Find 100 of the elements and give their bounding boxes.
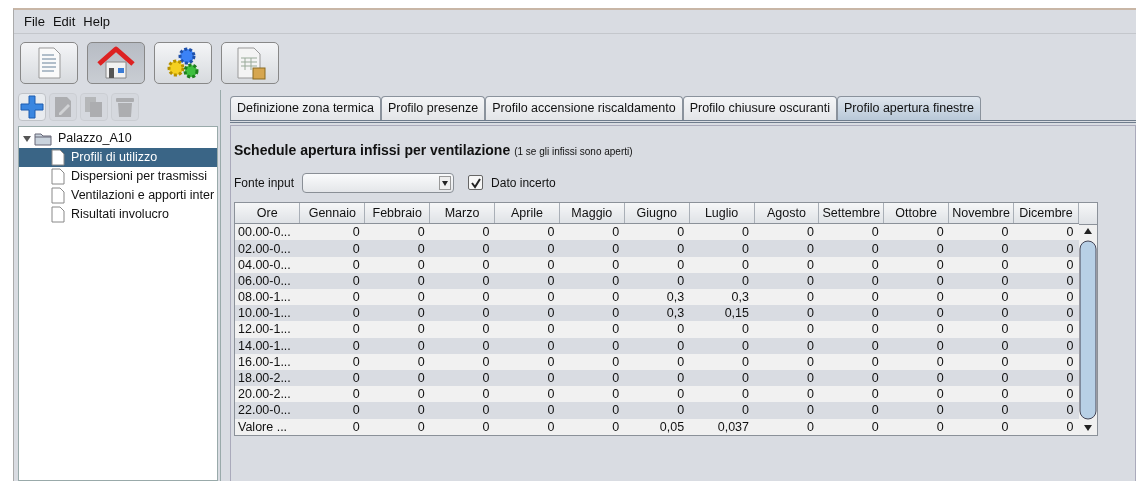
column-header[interactable]: Agosto [754,202,819,224]
table-cell: 0 [1013,256,1079,273]
table-cell: 0 [364,402,430,419]
table-cell: 0 [818,369,884,387]
table-cell: 0 [559,402,625,419]
tree-item[interactable]: Risultati involucro [68,205,172,224]
table-cell: 0 [364,272,430,289]
column-header[interactable]: Febbraio [364,202,430,224]
table-cell: 0 [883,402,949,419]
table-cell: 0 [883,289,949,306]
table-cell: 0 [948,289,1014,306]
tab[interactable]: Definizione zona termica [230,96,381,120]
scrollbar[interactable] [1079,224,1097,435]
table-cell: 0 [559,337,625,354]
column-header[interactable]: Ore [235,202,300,224]
table-cell: 0 [364,353,430,370]
panel-title: Schedule apertura infissi per ventilazione [234,140,511,160]
plus-icon [20,95,44,119]
copy-icon [84,96,104,118]
page-icon [51,206,65,223]
table-cell: 0 [624,321,690,338]
column-header[interactable]: Novembre [948,202,1014,224]
table-cell: 0 [559,305,625,322]
table-cell: 0 [689,337,754,354]
table-cell: 0 [429,402,495,419]
table-cell: 0 [494,272,560,289]
table-cell: 0 [754,321,819,338]
page-icon [51,187,65,204]
tree-item[interactable]: Palazzo_A10 [55,129,135,148]
table-cell: 0 [883,337,949,354]
table-cell: 0 [364,289,430,306]
menu-item[interactable]: Edit [52,11,76,32]
table-cell: 0 [429,337,495,354]
checkbox[interactable] [468,175,484,191]
table-cell: 0 [494,386,560,403]
column-header[interactable]: Dicembre [1013,202,1079,224]
tree-toolbar-button[interactable] [18,93,46,121]
table-cell: 0 [754,369,819,387]
table-cell: 0 [494,321,560,338]
column-header[interactable]: Marzo [429,202,495,224]
table-cell: 0 [818,305,884,322]
table-cell: 0 [754,256,819,273]
table-cell: 0 [559,256,625,273]
tree-item[interactable]: Dispersioni per trasmissi [68,167,211,186]
table-cell: 10.00-1... [235,305,300,322]
gears-icon [165,46,201,80]
table-cell: 0 [494,337,560,354]
source-dropdown[interactable] [302,172,455,193]
tab[interactable]: Profilo accensione riscaldamento [485,96,683,120]
table-cell: 0 [494,289,560,306]
table-cell: 0 [689,272,754,289]
table-cell: 0 [1013,369,1079,387]
table-cell: 0 [364,418,430,435]
table-cell: 12.00-1... [235,321,300,338]
table-cell: 0 [818,321,884,338]
table-cell: 0 [624,386,690,403]
column-header[interactable]: Settembre [818,202,884,224]
table-cell: 0 [754,337,819,354]
column-header[interactable]: Gennaio [299,202,365,224]
table-cell: 0 [624,353,690,370]
table-cell: 0 [754,353,819,370]
tab[interactable]: Profilo presenze [380,96,486,120]
table-cell: 0 [559,353,625,370]
table-cell: 16.00-1... [235,353,300,370]
toolbar-button[interactable] [221,42,279,84]
column-header[interactable]: Luglio [689,202,754,224]
table-cell: 08.00-1... [235,289,300,306]
table-cell: 0 [1013,353,1079,370]
column-header[interactable]: Aprile [494,202,560,224]
table-cell: 0 [494,240,560,257]
table-cell: 0 [689,256,754,273]
column-header[interactable]: Maggio [559,202,625,224]
menu-item[interactable]: Help [83,11,111,32]
toolbar-button[interactable] [154,42,212,84]
folder-icon [34,131,52,146]
house-icon [97,46,135,80]
pencil-document-icon [53,96,73,118]
table-cell: 0 [883,305,949,322]
toolbar-button[interactable] [20,42,78,84]
table-cell: 0 [299,369,365,387]
table-cell: 18.00-2... [235,369,300,387]
table-cell: 0 [429,272,495,289]
table-cell: 0 [883,353,949,370]
tab[interactable]: Profilo apertura finestre [837,96,981,120]
collapse-toggle-icon[interactable] [23,134,31,143]
tab[interactable]: Profilo chiusure oscuranti [682,96,837,120]
table-cell: 0 [429,240,495,257]
column-header[interactable]: Ottobre [883,202,949,224]
menu-item[interactable]: File [24,11,45,32]
table-cell: 0 [1013,272,1079,289]
table-cell: 0 [689,386,754,403]
table-cell: 0,3 [624,289,690,306]
table-cell: 0 [364,256,430,273]
toolbar-button[interactable] [87,42,145,84]
column-header[interactable]: Giugno [624,202,690,224]
table-cell: 0 [364,369,430,387]
tree-item[interactable]: Ventilazioni e apporti inter [68,186,218,205]
table-cell: 22.00-0... [235,402,300,419]
table-cell: 20.00-2... [235,386,300,403]
table-cell: 0 [299,305,365,322]
